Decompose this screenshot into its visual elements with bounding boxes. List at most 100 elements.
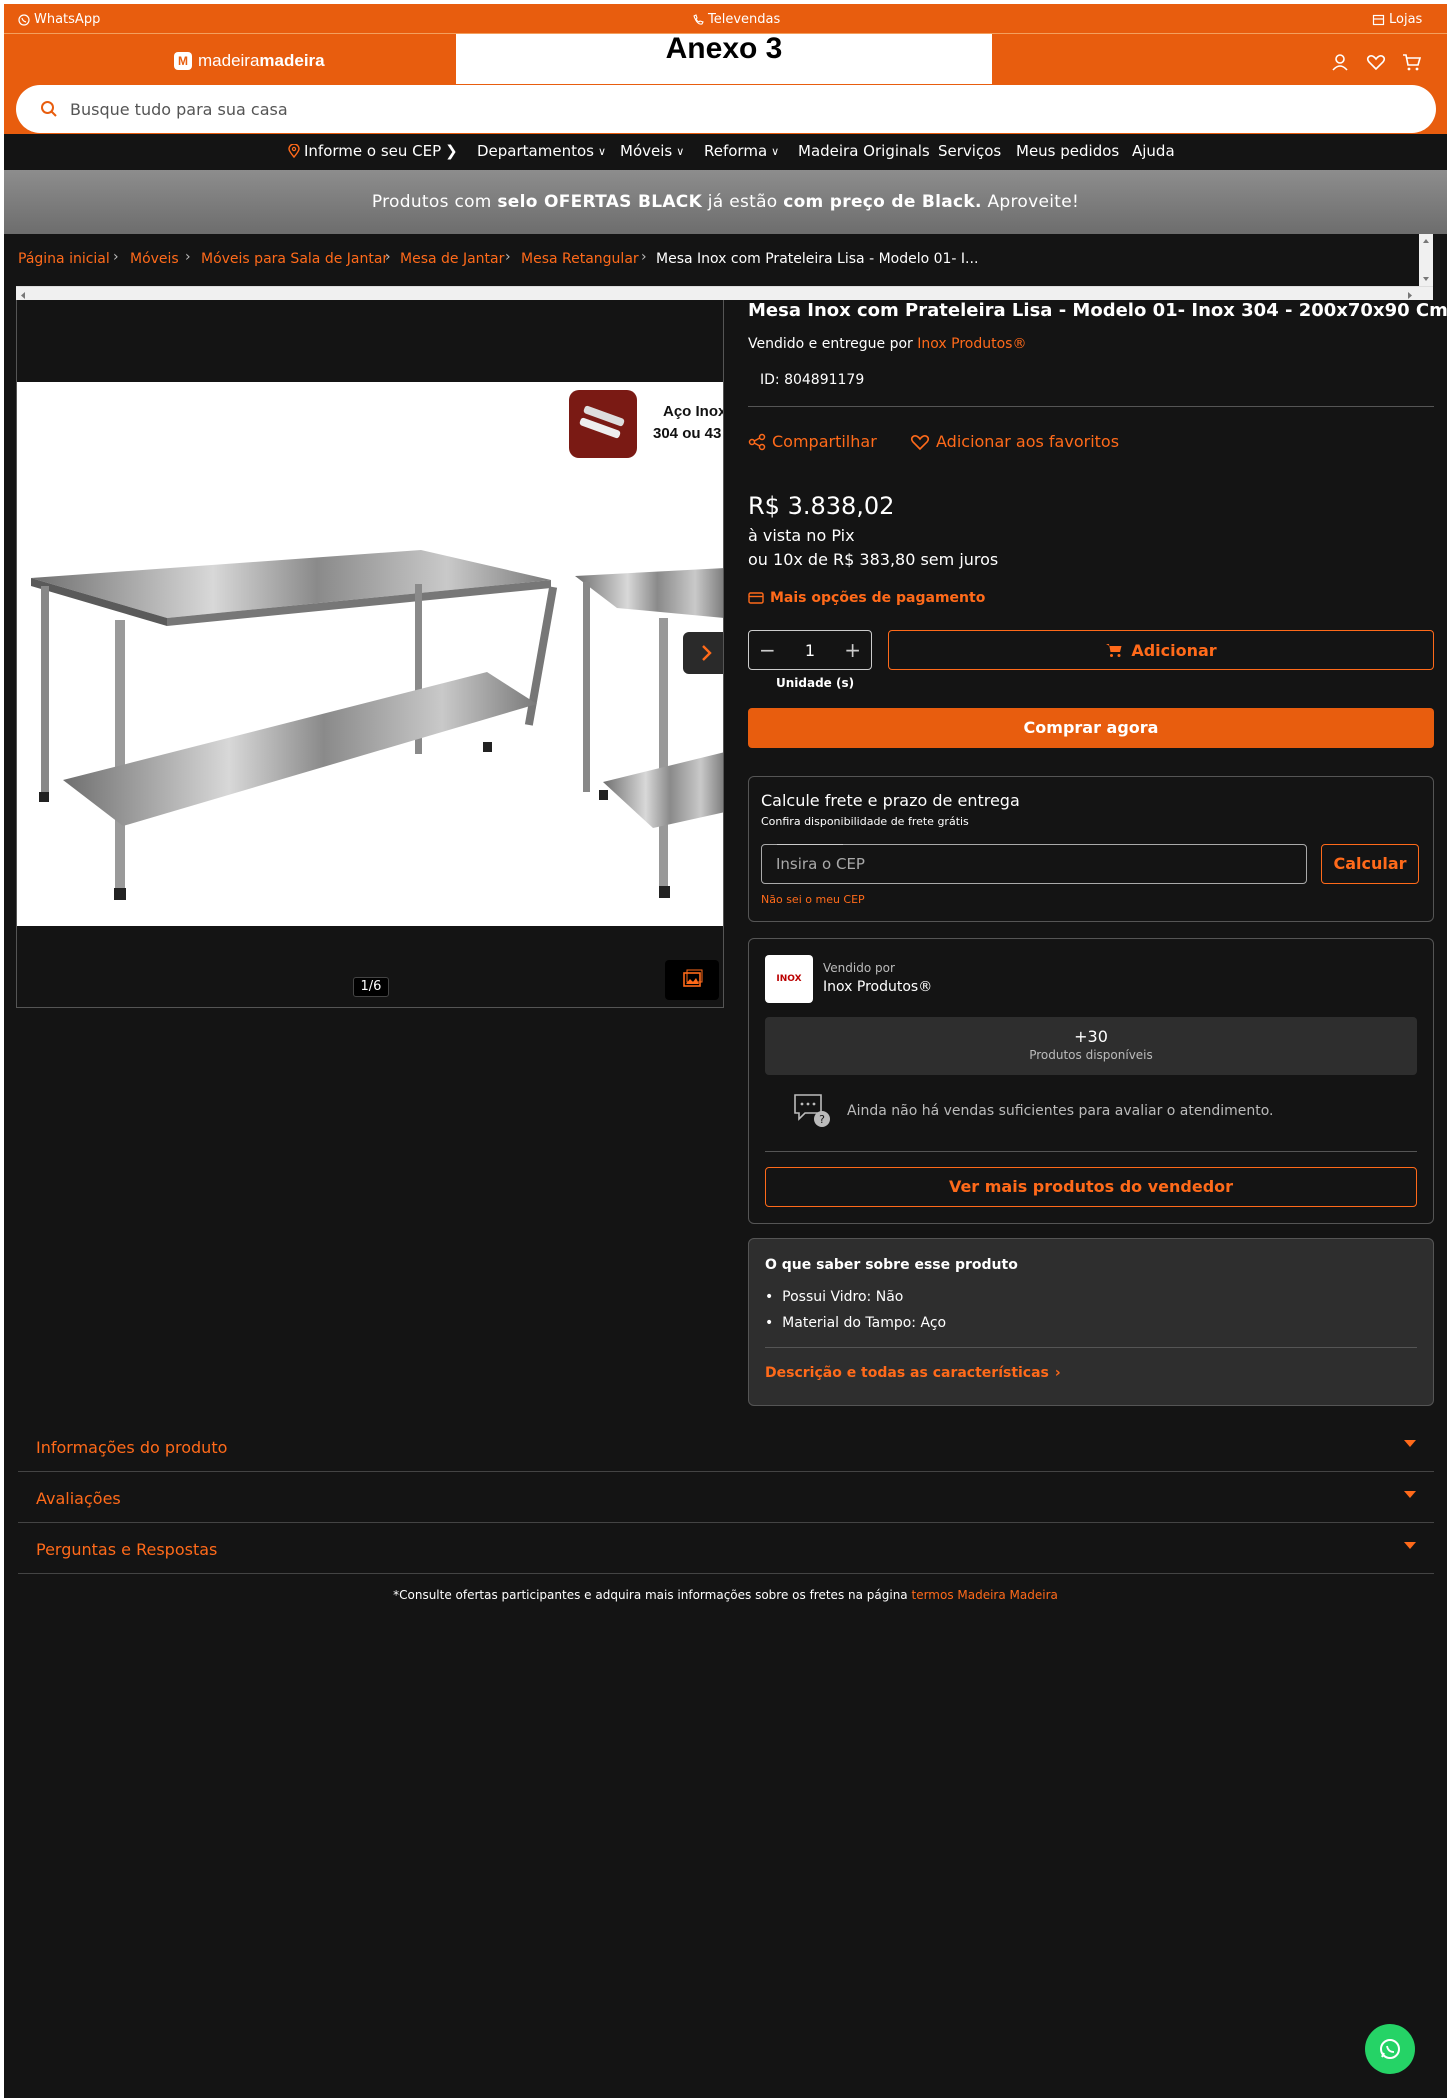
seller-name[interactable]: Inox Produtos®: [823, 979, 932, 995]
whatsapp-floating-button[interactable]: [1365, 2024, 1415, 2074]
more-payment-link[interactable]: Mais opções de pagamento: [748, 590, 985, 606]
chevron-right-icon: ›: [185, 249, 191, 265]
sold-by: Vendido e entregue por Inox Produtos®: [748, 336, 1026, 352]
share-button[interactable]: Compartilhar: [748, 432, 877, 451]
breadcrumb-item[interactable]: Móveis para Sala de Jantar: [201, 251, 388, 267]
heart-icon: [910, 434, 930, 450]
seller-products-number: +30: [1074, 1027, 1108, 1046]
nav-item-ajuda[interactable]: Ajuda: [1132, 142, 1175, 160]
search-bar: [16, 85, 1436, 133]
store-icon: [1372, 14, 1385, 25]
full-description-link[interactable]: Descrição e todas as características ›: [765, 1365, 1061, 1381]
buy-now-button[interactable]: Comprar agora: [748, 708, 1434, 748]
breadcrumb-item[interactable]: Mesa Retangular: [521, 251, 639, 267]
highlights-title: O que saber sobre esse produto: [765, 1257, 1018, 1273]
banner-text: Produtos com: [371, 192, 498, 212]
accordion-product-info[interactable]: Informações do produto: [18, 1422, 1434, 1472]
calculate-freight-button[interactable]: Calcular: [1321, 844, 1419, 884]
minus-button[interactable]: −: [759, 638, 776, 662]
highlight-item: • Material do Tampo: Aço: [765, 1315, 947, 1331]
seller-card: INOX Vendido por Inox Produtos® +30 Prod…: [748, 938, 1434, 1224]
chevron-down-icon: ∨: [771, 144, 780, 158]
terms-link[interactable]: termos Madeira Madeira: [911, 1588, 1057, 1602]
cep-input[interactable]: [761, 844, 1307, 884]
nav-cep[interactable]: Informe o seu CEP ❯: [288, 142, 458, 160]
chevron-right-icon: ›: [1054, 1365, 1061, 1381]
image-gallery-icon: [683, 969, 703, 987]
breadcrumb-current: Mesa Inox com Prateleira Lisa - Modelo 0…: [656, 251, 979, 267]
top-bar: WhatsApp Televendas Lojas: [4, 4, 1447, 34]
nav-label: Móveis: [620, 142, 673, 160]
breadcrumb: Página inicial › Móveis › Móveis para Sa…: [4, 234, 1419, 286]
gallery-next-button[interactable]: [683, 632, 723, 674]
lojas-link[interactable]: Lojas: [1372, 12, 1422, 27]
add-favorites-button[interactable]: Adicionar aos favoritos: [910, 432, 1119, 451]
main-nav: Informe o seu CEP ❯ Departamentos ∨ Móvei…: [4, 134, 1447, 170]
nav-item-servicos[interactable]: Serviços: [938, 142, 1001, 160]
whatsapp-link[interactable]: WhatsApp: [18, 12, 100, 27]
product-gallery: Aço Inox 304 ou 43 1/6: [16, 300, 724, 1008]
badge-text-line2: 304 ou 43: [653, 425, 721, 442]
seller-products-label: Produtos disponíveis: [1029, 1048, 1153, 1062]
product-id: ID: 804891179: [760, 372, 865, 388]
chevron-right-icon: ›: [385, 249, 391, 265]
seller-logo[interactable]: INOX: [765, 955, 813, 1003]
product-highlights: O que saber sobre esse produto • Possui …: [748, 1238, 1434, 1406]
pix-note: à vista no Pix: [748, 526, 855, 545]
unit-label: Unidade (s): [776, 676, 855, 690]
promo-banner[interactable]: Produtos com selo OFERTAS BLACK já estão…: [4, 170, 1447, 234]
banner-text: Aproveite!: [981, 192, 1080, 212]
product-title: Mesa Inox com Prateleira Lisa - Modelo 0…: [748, 300, 1447, 321]
annex-label: Anexo 3: [456, 34, 992, 84]
seller-products-count[interactable]: +30 Produtos disponíveis: [765, 1017, 1417, 1075]
breadcrumb-item[interactable]: Página inicial: [18, 251, 110, 267]
breadcrumb-item[interactable]: Mesa de Jantar: [400, 251, 504, 267]
quantity-value: 1: [804, 640, 816, 660]
favorites-icon[interactable]: [1366, 52, 1386, 72]
accordion-questions[interactable]: Perguntas e Respostas: [18, 1524, 1434, 1574]
favorite-label: Adicionar aos favoritos: [936, 432, 1120, 451]
televendas-link[interactable]: Televendas: [692, 12, 780, 27]
site-logo[interactable]: M madeiramadeira: [174, 51, 325, 71]
breadcrumb-item[interactable]: Móveis: [130, 251, 179, 267]
highlight-label: Possui Vidro:: [782, 1289, 876, 1305]
plus-button[interactable]: +: [844, 638, 861, 662]
caret-down-icon: [1404, 1440, 1416, 1447]
credit-card-icon: [748, 592, 764, 604]
add-to-cart-label: Adicionar: [1131, 640, 1217, 660]
accordion-label: Perguntas e Respostas: [36, 1540, 218, 1559]
banner-text: já estão: [702, 192, 784, 212]
nav-item-meus-pedidos[interactable]: Meus pedidos: [1016, 142, 1119, 160]
nav-item-madeira-originals[interactable]: Madeira Originals: [798, 142, 930, 160]
caret-down-icon: [1404, 1491, 1416, 1498]
breadcrumb-vertical-scrollbar[interactable]: [1419, 234, 1433, 286]
material-badge-icon: [569, 390, 637, 458]
search-icon[interactable]: [40, 100, 58, 118]
accordion-reviews[interactable]: Avaliações: [18, 1473, 1434, 1523]
nav-item-reforma[interactable]: Reforma ∨: [704, 142, 779, 160]
more-seller-products-button[interactable]: Ver mais produtos do vendedor: [765, 1167, 1417, 1207]
quantity-stepper: − 1 +: [748, 630, 872, 670]
search-input[interactable]: [70, 99, 1370, 119]
badge-text-line1: Aço Inox: [663, 403, 724, 420]
banner-text-bold: com preço de Black.: [783, 192, 982, 212]
highlight-label: Material do Tampo:: [782, 1315, 921, 1331]
share-icon: [748, 433, 766, 450]
full-description-label: Descrição e todas as características: [765, 1365, 1049, 1381]
chevron-down-icon: ∨: [676, 144, 685, 158]
add-to-cart-button[interactable]: Adicionar: [888, 630, 1434, 670]
accordion-label: Informações do produto: [36, 1438, 228, 1457]
nav-item-departamentos[interactable]: Departamentos ∨: [477, 142, 606, 160]
seller-link[interactable]: Inox Produtos®: [917, 336, 1026, 352]
nav-label: Serviços: [938, 142, 1002, 160]
product-image[interactable]: Aço Inox 304 ou 43: [17, 382, 724, 926]
gallery-view-button[interactable]: [665, 960, 719, 1000]
cart-icon[interactable]: [1402, 52, 1422, 72]
nav-item-moveis[interactable]: Móveis ∨: [620, 142, 684, 160]
breadcrumb-horizontal-scrollbar[interactable]: [16, 286, 1433, 300]
account-icon[interactable]: [1330, 52, 1350, 72]
divider: [765, 1347, 1417, 1348]
highlight-value: Aço: [920, 1315, 947, 1331]
unknown-cep-link[interactable]: Não sei o meu CEP: [761, 893, 865, 906]
nav-label: Ajuda: [1132, 142, 1175, 160]
